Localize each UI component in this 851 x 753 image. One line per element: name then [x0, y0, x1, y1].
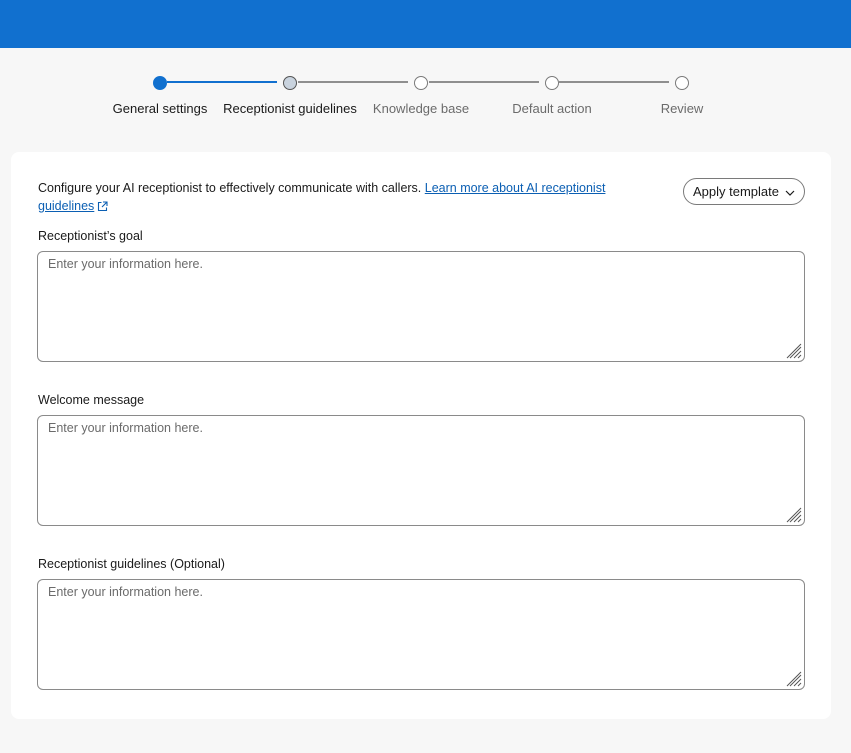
- receptionist-guidelines-label: Receptionist guidelines (Optional): [38, 557, 225, 571]
- step-label-receptionist-guidelines[interactable]: Receptionist guidelines: [223, 101, 357, 116]
- step-indicator-knowledge-base[interactable]: [414, 76, 428, 90]
- apply-template-label: Apply template: [693, 184, 779, 199]
- step-indicator-review[interactable]: [675, 76, 689, 90]
- step-indicator-default-action[interactable]: [545, 76, 559, 90]
- step-label-review[interactable]: Review: [661, 101, 704, 116]
- chevron-down-icon: [785, 184, 795, 199]
- external-link-icon[interactable]: [97, 199, 108, 217]
- progress-stepper: General settings Receptionist guidelines…: [0, 0, 851, 140]
- step-label-knowledge-base[interactable]: Knowledge base: [373, 101, 469, 116]
- step-connector-4: [559, 81, 669, 83]
- intro-description: Configure your AI receptionist to effect…: [38, 181, 425, 195]
- step-indicator-general-settings[interactable]: [153, 76, 167, 90]
- step-label-default-action[interactable]: Default action: [512, 101, 592, 116]
- welcome-message-textarea[interactable]: [38, 416, 804, 525]
- step-connector-3: [429, 81, 539, 83]
- receptionist-goal-field[interactable]: [37, 251, 805, 362]
- intro-text: Configure your AI receptionist to effect…: [38, 179, 638, 217]
- receptionist-goal-label: Receptionist’s goal: [38, 229, 143, 243]
- resize-handle-icon[interactable]: [786, 343, 802, 359]
- receptionist-guidelines-textarea[interactable]: [38, 580, 804, 689]
- receptionist-goal-textarea[interactable]: [38, 252, 804, 361]
- step-connector-2: [298, 81, 408, 83]
- apply-template-button[interactable]: Apply template: [683, 178, 805, 205]
- receptionist-guidelines-field[interactable]: [37, 579, 805, 690]
- guidelines-form-card: Configure your AI receptionist to effect…: [11, 152, 831, 719]
- resize-handle-icon[interactable]: [786, 671, 802, 687]
- step-label-general-settings[interactable]: General settings: [113, 101, 208, 116]
- step-connector-1: [167, 81, 277, 83]
- welcome-message-field[interactable]: [37, 415, 805, 526]
- welcome-message-label: Welcome message: [38, 393, 145, 407]
- resize-handle-icon[interactable]: [786, 507, 802, 523]
- step-indicator-receptionist-guidelines[interactable]: [283, 76, 297, 90]
